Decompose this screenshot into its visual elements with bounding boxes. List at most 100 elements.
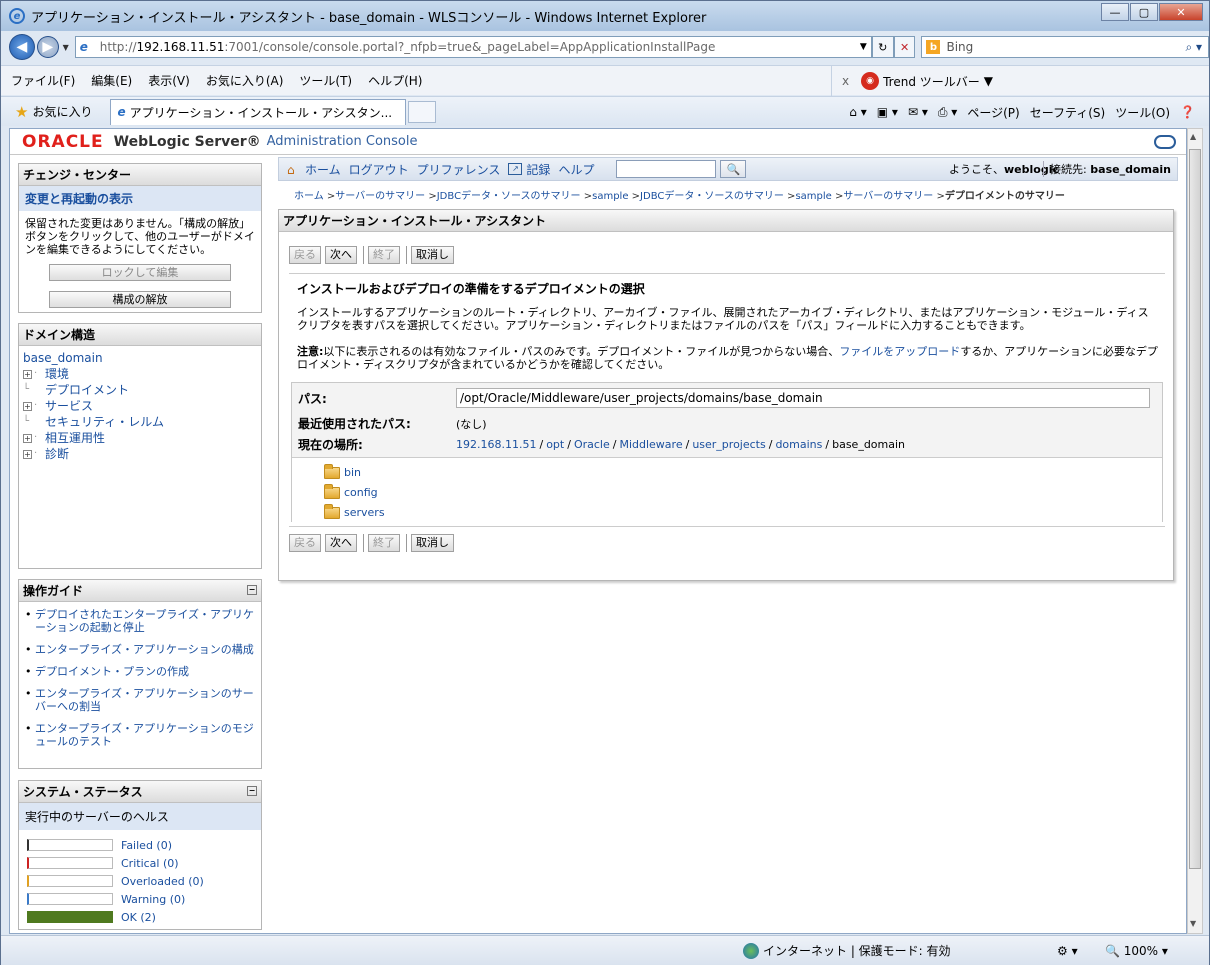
- location-segment[interactable]: domains: [775, 438, 822, 451]
- guide-link[interactable]: エンタープライズ・アプリケーションのモジュールのテスト: [25, 722, 257, 748]
- security-icon[interactable]: ⚙ ▾: [1057, 944, 1078, 958]
- new-tab-button[interactable]: [408, 100, 437, 123]
- breadcrumb-item[interactable]: JDBCデータ・ソースのサマリー: [640, 191, 784, 202]
- record-link[interactable]: 記録: [526, 161, 550, 178]
- history-dropdown-icon[interactable]: ▼: [63, 43, 69, 52]
- location-segment[interactable]: Oracle: [574, 438, 610, 451]
- minimize-button[interactable]: —: [1101, 3, 1129, 21]
- address-bar[interactable]: e http://192.168.11.51:7001/console/cons…: [74, 36, 872, 58]
- release-config-button[interactable]: 構成の解放: [49, 291, 231, 308]
- tree-item-interoperability[interactable]: 相互運用性: [45, 430, 105, 446]
- maximize-button[interactable]: ▢: [1130, 3, 1158, 21]
- breadcrumb-item[interactable]: sample: [592, 191, 628, 202]
- expand-icon[interactable]: +: [23, 401, 32, 411]
- search-icon[interactable]: ⌕ ▾: [1185, 40, 1202, 55]
- close-button[interactable]: ✕: [1159, 3, 1203, 21]
- minimize-icon[interactable]: −: [247, 585, 257, 595]
- expand-icon[interactable]: +: [23, 369, 32, 379]
- help-link[interactable]: ヘルプ: [558, 161, 594, 178]
- tree-root[interactable]: base_domain: [23, 351, 103, 365]
- title-bar: e アプリケーション・インストール・アシスタント - base_domain -…: [1, 1, 1209, 31]
- location-segment[interactable]: user_projects: [692, 438, 765, 451]
- folder-link-config[interactable]: config: [344, 486, 378, 499]
- location-segment[interactable]: 192.168.11.51: [456, 438, 536, 451]
- tree-item-environment[interactable]: 環境: [45, 366, 69, 382]
- tree-item-services[interactable]: サービス: [45, 398, 93, 414]
- back-button[interactable]: 戻る: [289, 246, 321, 264]
- chevron-down-icon[interactable]: ▼: [984, 74, 993, 88]
- health-link[interactable]: Warning (0): [121, 893, 185, 906]
- guide-link[interactable]: エンタープライズ・アプリケーションの構成: [25, 643, 257, 656]
- path-input[interactable]: /opt/Oracle/Middleware/user_projects/dom…: [456, 388, 1150, 408]
- finish-button[interactable]: 終了: [368, 534, 400, 552]
- back-icon[interactable]: ◀: [9, 34, 35, 60]
- health-link[interactable]: OK (2): [121, 911, 156, 924]
- menu-help[interactable]: ヘルプ(H): [368, 72, 422, 89]
- breadcrumb-item[interactable]: サーバーのサマリー: [843, 191, 933, 202]
- trend-toolbar-button[interactable]: Trend ツールバー: [883, 73, 980, 90]
- scroll-thumb[interactable]: [1189, 149, 1201, 869]
- print-icon[interactable]: ⎙ ▾: [938, 105, 957, 120]
- refresh-icon[interactable]: ↻: [871, 36, 894, 58]
- guide-link[interactable]: デプロイメント・プランの作成: [25, 665, 257, 678]
- folder-link-bin[interactable]: bin: [344, 466, 361, 479]
- feeds-icon[interactable]: ▣ ▾: [877, 105, 898, 119]
- health-link[interactable]: Overloaded (0): [121, 875, 204, 888]
- location-segment[interactable]: Middleware: [619, 438, 682, 451]
- tools-menu[interactable]: ツール(O): [1115, 104, 1170, 121]
- guide-link[interactable]: デプロイされたエンタープライズ・アプリケーションの起動と停止: [25, 608, 257, 634]
- logout-link[interactable]: ログアウト: [349, 161, 409, 178]
- preferences-link[interactable]: プリファレンス: [417, 161, 501, 178]
- favorites-button[interactable]: お気に入り: [32, 103, 92, 120]
- lock-edit-button[interactable]: ロックして編集: [49, 264, 231, 281]
- breadcrumb-item[interactable]: サーバーのサマリー: [335, 191, 425, 202]
- vertical-scrollbar[interactable]: ▲ ▼: [1187, 128, 1203, 934]
- menu-view[interactable]: 表示(V): [148, 72, 190, 89]
- breadcrumb-item[interactable]: sample: [795, 191, 831, 202]
- panel-title: アプリケーション・インストール・アシスタント: [279, 210, 1173, 232]
- expand-icon[interactable]: +: [23, 449, 32, 459]
- menu-file[interactable]: ファイル(F): [11, 72, 75, 89]
- health-link[interactable]: Failed (0): [121, 839, 172, 852]
- address-dropdown-icon[interactable]: ▼: [860, 42, 867, 52]
- menu-edit[interactable]: 編集(E): [91, 72, 132, 89]
- minimize-icon[interactable]: −: [247, 786, 257, 796]
- zoom-control[interactable]: 🔍 100% ▾: [1105, 944, 1168, 958]
- safety-menu[interactable]: セーフティ(S): [1030, 104, 1106, 121]
- menu-tools[interactable]: ツール(T): [299, 72, 352, 89]
- menu-bar: ファイル(F) 編集(E) 表示(V) お気に入り(A) ツール(T) ヘルプ(…: [1, 65, 1209, 96]
- search-icon[interactable]: 🔍: [720, 160, 747, 178]
- page-menu[interactable]: ページ(P): [967, 104, 1019, 121]
- home-icon[interactable]: ⌂ ▾: [849, 105, 866, 119]
- tree-item-diagnostics[interactable]: 診断: [45, 446, 69, 462]
- next-button[interactable]: 次へ: [325, 534, 357, 552]
- guide-link[interactable]: エンタープライズ・アプリケーションのサーバーへの割当: [25, 687, 257, 713]
- next-button[interactable]: 次へ: [325, 246, 357, 264]
- cancel-button[interactable]: 取消し: [411, 246, 454, 264]
- breadcrumb-item[interactable]: ホーム: [294, 191, 324, 202]
- location-segment[interactable]: opt: [546, 438, 564, 451]
- tab-active[interactable]: e アプリケーション・インストール・アシスタン...: [110, 98, 407, 125]
- folder-link-servers[interactable]: servers: [344, 506, 385, 519]
- finish-button[interactable]: 終了: [368, 246, 400, 264]
- tree-item-security-realms[interactable]: セキュリティ・レルム: [45, 414, 164, 430]
- menu-favorites[interactable]: お気に入り(A): [206, 72, 284, 89]
- expand-icon[interactable]: +: [23, 433, 32, 443]
- help-icon[interactable]: ❓: [1180, 105, 1195, 119]
- forward-icon[interactable]: ▶: [36, 36, 59, 58]
- search-box[interactable]: b Bing ⌕ ▾: [921, 36, 1210, 58]
- tree-item-deployments[interactable]: デプロイメント: [45, 382, 129, 398]
- upload-file-link[interactable]: ファイルをアップロード: [839, 345, 960, 358]
- view-changes-link[interactable]: 変更と再起動の表示: [25, 192, 133, 206]
- close-icon[interactable]: x: [842, 74, 849, 88]
- home-link[interactable]: ホーム: [305, 161, 341, 178]
- scroll-up-icon[interactable]: ▲: [1190, 132, 1196, 141]
- mail-icon[interactable]: ✉ ▾: [908, 105, 928, 119]
- console-search-input[interactable]: [616, 160, 717, 178]
- cancel-button[interactable]: 取消し: [411, 534, 454, 552]
- back-button[interactable]: 戻る: [289, 534, 321, 552]
- health-link[interactable]: Critical (0): [121, 857, 179, 870]
- scroll-down-icon[interactable]: ▼: [1190, 919, 1196, 928]
- breadcrumb-item[interactable]: JDBCデータ・ソースのサマリー: [437, 191, 581, 202]
- stop-icon[interactable]: ✕: [893, 36, 916, 58]
